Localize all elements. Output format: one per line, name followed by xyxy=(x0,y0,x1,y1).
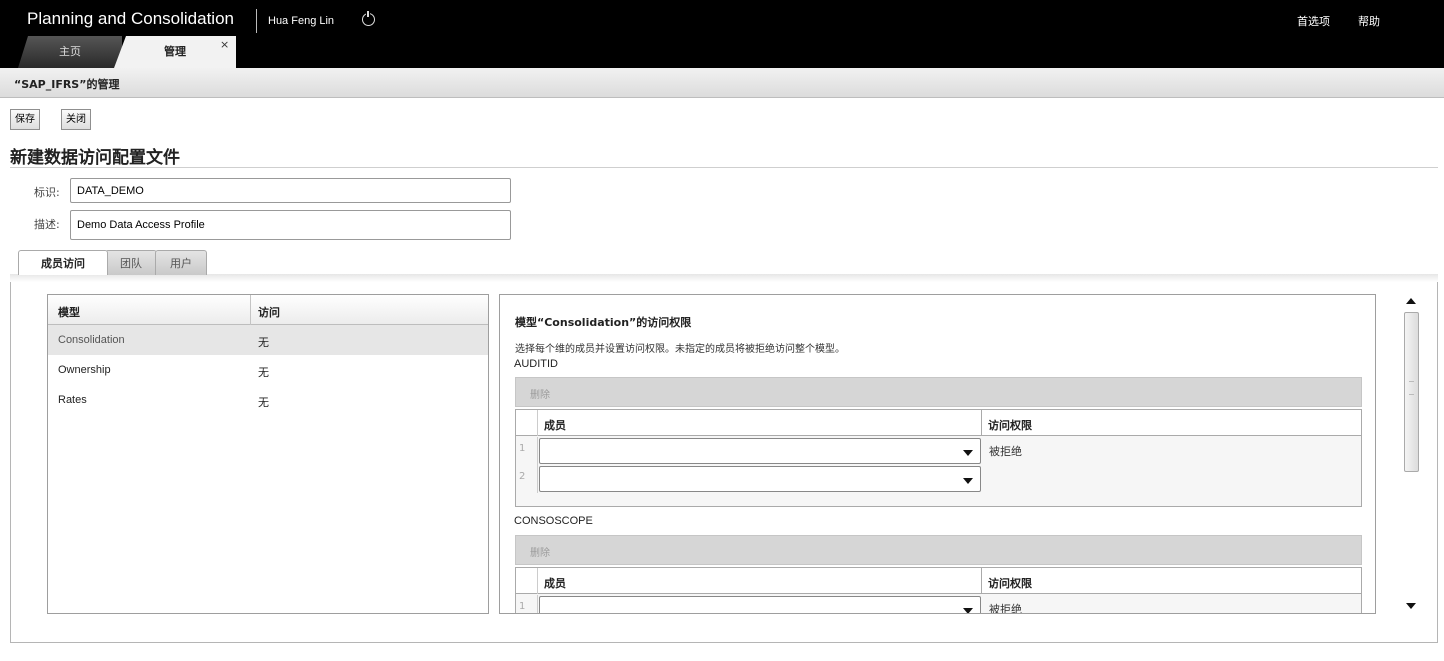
admin-title: “SAP_IFRS”的管理 xyxy=(14,78,120,91)
model-table: 模型 访问 Consolidation 无 Ownership 无 Rates … xyxy=(47,294,489,614)
row-number: 1 xyxy=(516,437,538,465)
column-header-member: 成员 xyxy=(544,419,566,432)
chevron-down-icon xyxy=(963,608,973,613)
tab-users[interactable]: 用户 xyxy=(155,250,207,275)
table-row: 1 被拒绝 xyxy=(516,437,1361,465)
access-panel-title: 模型“Consolidation”的访问权限 xyxy=(515,316,692,329)
access-panel-description: 选择每个维的成员并设置访问权限。未指定的成员将被拒绝访问整个模型。 xyxy=(515,344,845,355)
column-header-access: 访问 xyxy=(258,306,280,319)
id-label: 标识: xyxy=(34,186,60,199)
id-field[interactable] xyxy=(70,178,511,203)
access-right-value: 被拒绝 xyxy=(989,445,1022,458)
table-row: 2 xyxy=(516,465,1361,493)
dimension-label-auditid: AUDITID xyxy=(514,358,558,370)
row-number-header xyxy=(516,410,538,436)
help-link[interactable]: 帮助 xyxy=(1358,13,1380,29)
scroll-down-icon[interactable] xyxy=(1406,603,1416,609)
close-button[interactable]: 关闭 xyxy=(61,109,91,130)
model-name: Ownership xyxy=(58,364,111,376)
model-table-header: 模型 访问 xyxy=(48,295,488,325)
tab-home-label: 主页 xyxy=(59,45,81,58)
model-name: Rates xyxy=(58,394,87,406)
title-divider xyxy=(256,9,257,33)
delete-button[interactable]: 删除 xyxy=(530,544,550,559)
model-access: 无 xyxy=(258,397,269,409)
row-number-header xyxy=(516,568,538,594)
delete-toolbar: 删除 xyxy=(515,535,1362,565)
column-header-member: 成员 xyxy=(544,577,566,590)
breadcrumb: “SAP_IFRS”的管理 xyxy=(0,68,1444,98)
member-dropdown[interactable] xyxy=(539,466,981,492)
model-access: 无 xyxy=(258,337,269,349)
close-icon[interactable]: × xyxy=(220,38,229,51)
access-right-value: 被拒绝 xyxy=(989,603,1022,614)
app-header: Planning and Consolidation Hua Feng Lin … xyxy=(0,0,1444,68)
user-name: Hua Feng Lin xyxy=(268,15,335,27)
member-grid-auditid: 成员 访问权限 1 被拒绝 2 xyxy=(515,409,1362,507)
grid-header: 成员 访问权限 xyxy=(516,410,1361,436)
scroll-thumb[interactable] xyxy=(1404,312,1419,472)
tab-admin-label: 管理 xyxy=(164,45,186,58)
model-name: Consolidation xyxy=(58,334,125,346)
column-divider xyxy=(981,410,982,436)
grid-header: 成员 访问权限 xyxy=(516,568,1361,594)
table-row[interactable]: Ownership 无 xyxy=(48,355,488,385)
table-row[interactable]: Rates 无 xyxy=(48,385,488,415)
preferences-link[interactable]: 首选项 xyxy=(1297,13,1330,29)
dimension-label-consoscope: CONSOSCOPE xyxy=(514,515,593,527)
column-header-model: 模型 xyxy=(58,306,80,319)
chevron-down-icon xyxy=(963,450,973,456)
member-grid-consoscope: 成员 访问权限 1 被拒绝 xyxy=(515,567,1362,614)
row-number: 2 xyxy=(516,465,538,493)
delete-toolbar: 删除 xyxy=(515,377,1362,407)
tab-home[interactable]: 主页 xyxy=(18,36,122,68)
row-number: 1 xyxy=(516,595,538,613)
section-header-shade xyxy=(10,274,1438,282)
member-dropdown[interactable] xyxy=(539,438,981,464)
description-label: 描述: xyxy=(34,218,60,231)
column-divider xyxy=(981,568,982,594)
description-field[interactable] xyxy=(70,210,511,240)
table-row: 1 被拒绝 xyxy=(516,595,1361,614)
tab-team[interactable]: 团队 xyxy=(105,250,157,275)
chevron-down-icon xyxy=(963,478,973,484)
page-title: 新建数据访问配置文件 xyxy=(10,148,180,168)
delete-button[interactable]: 删除 xyxy=(530,386,550,401)
access-rights-panel: 模型“Consolidation”的访问权限 选择每个维的成员并设置访问权限。未… xyxy=(499,294,1376,614)
vertical-scrollbar[interactable] xyxy=(1402,294,1420,614)
tab-admin[interactable]: 管理 xyxy=(114,36,236,68)
column-divider xyxy=(250,295,251,325)
tab-member-access[interactable]: 成员访问 xyxy=(18,250,108,275)
model-access: 无 xyxy=(258,367,269,379)
save-button[interactable]: 保存 xyxy=(10,109,40,130)
table-row[interactable]: Consolidation 无 xyxy=(48,325,488,355)
column-header-access-rights: 访问权限 xyxy=(988,577,1032,590)
scroll-up-icon[interactable] xyxy=(1406,298,1416,304)
power-icon[interactable] xyxy=(362,11,375,26)
divider xyxy=(10,167,1438,168)
member-dropdown[interactable] xyxy=(539,596,981,613)
app-title: Planning and Consolidation xyxy=(27,9,234,28)
column-header-access-rights: 访问权限 xyxy=(988,419,1032,432)
